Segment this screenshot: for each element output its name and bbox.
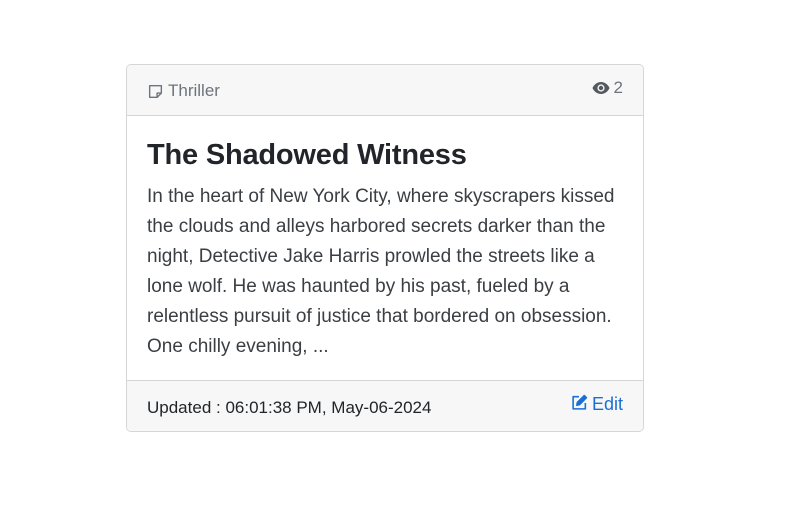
genre-label: Thriller — [168, 81, 220, 100]
pencil-square-icon — [571, 394, 588, 416]
card-body: The Shadowed Witness In the heart of New… — [127, 116, 643, 382]
eye-icon — [592, 81, 610, 95]
updated-timestamp: Updated : 06:01:38 PM, May-06-2024 — [147, 397, 432, 417]
card-header: Thriller 2 — [127, 65, 643, 116]
edit-button[interactable]: Edit — [571, 394, 623, 416]
story-card: Thriller 2 The Shadowed Witness In the h… — [126, 64, 644, 432]
view-count: 2 — [592, 78, 623, 98]
view-count-value: 2 — [613, 78, 623, 97]
card-footer: Updated : 06:01:38 PM, May-06-2024 Edit — [127, 380, 643, 431]
story-title[interactable]: The Shadowed Witness — [147, 138, 623, 172]
sticky-note-icon — [147, 83, 164, 100]
story-excerpt: In the heart of New York City, where sky… — [147, 186, 615, 357]
edit-label: Edit — [591, 394, 623, 414]
genre-tag: Thriller — [147, 79, 220, 101]
